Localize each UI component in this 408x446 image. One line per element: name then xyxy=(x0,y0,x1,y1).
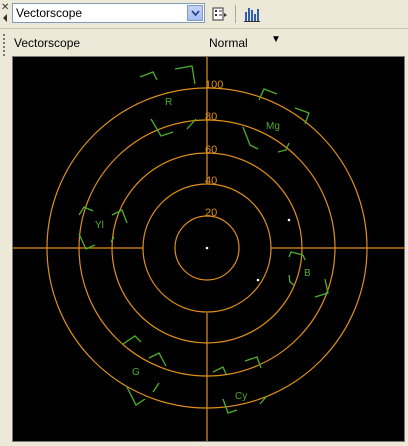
histogram-icon xyxy=(244,8,260,22)
scope-header: Vectorscope Normal ▼ xyxy=(10,32,408,54)
ring-label-100: 100 xyxy=(205,79,223,91)
dropdown-arrow-icon[interactable] xyxy=(187,5,203,21)
target-label-r: R xyxy=(165,97,172,108)
toolbar-divider xyxy=(0,28,408,29)
ring-label-20: 20 xyxy=(205,207,217,219)
toolbar-separator xyxy=(235,5,236,23)
mode-selector-value[interactable]: Normal xyxy=(209,36,248,50)
settings-icon xyxy=(212,7,227,21)
histogram-button[interactable] xyxy=(242,4,262,24)
target-label-cy: Cy xyxy=(235,391,247,402)
trace-point-lower-right xyxy=(256,278,260,282)
scope-title: Vectorscope xyxy=(14,36,81,50)
target-label-b: B xyxy=(304,268,311,279)
trace-point-center xyxy=(205,246,209,250)
settings-button[interactable] xyxy=(210,4,230,24)
ring-label-80: 80 xyxy=(205,111,217,123)
target-label-g: G xyxy=(132,367,140,378)
toolbar: Vectorscope xyxy=(0,0,408,30)
drag-handle-icon[interactable] xyxy=(0,30,8,446)
vectorscope-display: 100 80 60 40 20 R Mg B Cy G Yl xyxy=(12,56,405,442)
target-label-mg: Mg xyxy=(266,121,280,132)
ring-label-60: 60 xyxy=(205,144,217,156)
trace-point-upper-right xyxy=(287,218,291,222)
scope-selector[interactable]: Vectorscope xyxy=(12,3,205,23)
target-label-yl: Yl xyxy=(95,220,104,231)
mode-dropdown-icon[interactable]: ▼ xyxy=(271,34,281,45)
vectorscope-graticule: 100 80 60 40 20 R Mg B Cy G Yl xyxy=(13,57,404,441)
ring-label-40: 40 xyxy=(205,175,217,187)
scope-selector-value: Vectorscope xyxy=(16,6,83,20)
